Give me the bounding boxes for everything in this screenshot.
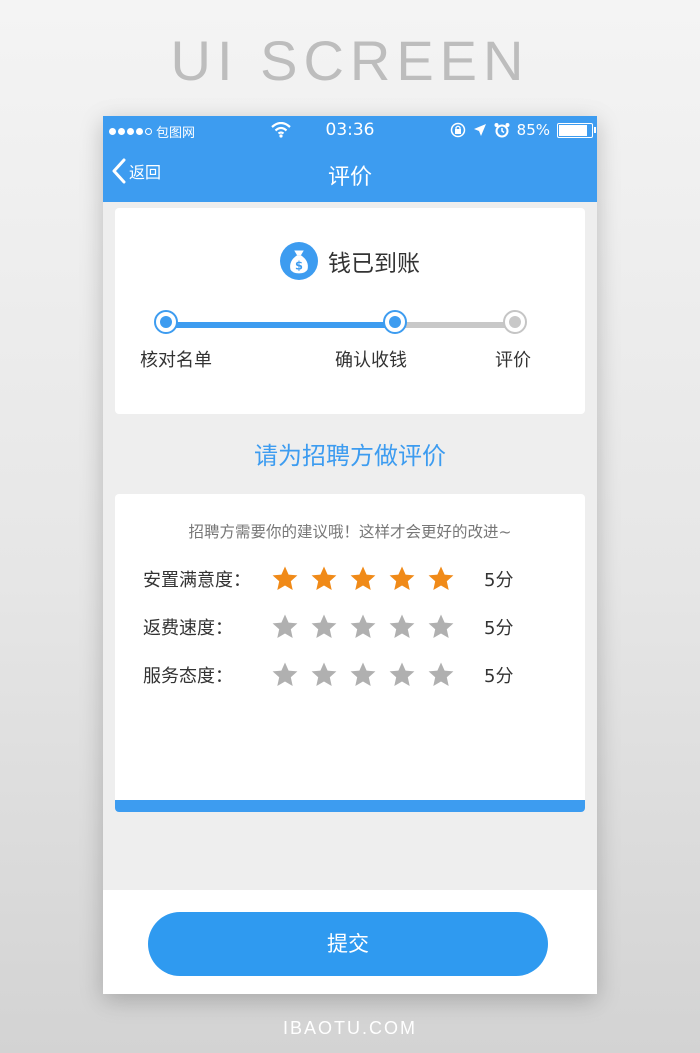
phone-screen: 包图网 03:36 85% 返回 评价 $ 钱已到账 核对名单 确认收钱 评价 … [103,116,597,994]
rating-score: 5分 [484,618,514,639]
svg-text:$: $ [295,259,303,273]
step-node-review [503,310,527,334]
star-icon[interactable] [310,565,338,593]
battery-icon [557,122,596,138]
submit-button[interactable]: 提交 [148,912,548,976]
rating-score: 5分 [484,666,514,687]
rating-hint: 招聘方需要你的建议哦！这样才会更好的改进~ [188,523,512,541]
progress-card: $ 钱已到账 核对名单 确认收钱 评价 [115,208,585,414]
step-label-review: 评价 [495,350,531,371]
rating-row-refund-speed: 返费速度： 5分 [143,612,513,642]
star-icon[interactable] [427,661,455,689]
step-node-confirm [383,310,407,334]
rating-card: 招聘方需要你的建议哦！这样才会更好的改进~ 安置满意度： 5分 返费速度： 5分… [115,494,585,812]
star-icon[interactable] [271,613,299,641]
lock-rotation-icon [450,122,465,138]
rating-label: 服务态度： [143,666,233,687]
star-icon[interactable] [349,565,377,593]
step-node-verify [154,310,178,334]
star-icon[interactable] [349,661,377,689]
battery-percent: 85% [516,121,550,139]
star-icon[interactable] [388,565,416,593]
money-bag-icon: $ [280,242,318,280]
action-area: 提交 [103,890,597,994]
location-arrow-icon [473,124,486,136]
star-icon[interactable] [388,613,416,641]
review-prompt: 请为招聘方做评价 [254,442,446,470]
page-title: 评价 [327,165,372,190]
footer-site: IBAOTU.COM [282,1018,417,1038]
star-icon[interactable] [271,565,299,593]
rating-score: 5分 [484,570,514,591]
star-group [271,661,471,689]
star-icon[interactable] [310,613,338,641]
alarm-icon [494,123,510,138]
star-group [271,613,471,641]
rating-row-placement: 安置满意度： 5分 [143,564,513,594]
rating-label: 返费速度： [143,618,233,639]
star-icon[interactable] [427,613,455,641]
status-bar: 包图网 03:36 85% [103,116,597,144]
star-icon[interactable] [310,661,338,689]
star-icon[interactable] [271,661,299,689]
rating-label: 安置满意度： [143,570,251,591]
nav-bar: 返回 评价 [103,144,597,202]
rating-row-service: 服务态度： 5分 [143,660,513,690]
progress-track-done [166,322,395,328]
star-icon[interactable] [427,565,455,593]
star-group [271,565,471,593]
step-label-verify: 核对名单 [140,350,212,371]
progress-track-pending [395,322,515,328]
card-accent-bar [115,800,585,812]
payment-status: 钱已到账 [328,251,420,277]
banner-title: UI SCREEN [170,29,530,92]
step-label-confirm: 确认收钱 [335,350,407,371]
star-icon[interactable] [349,613,377,641]
star-icon[interactable] [388,661,416,689]
